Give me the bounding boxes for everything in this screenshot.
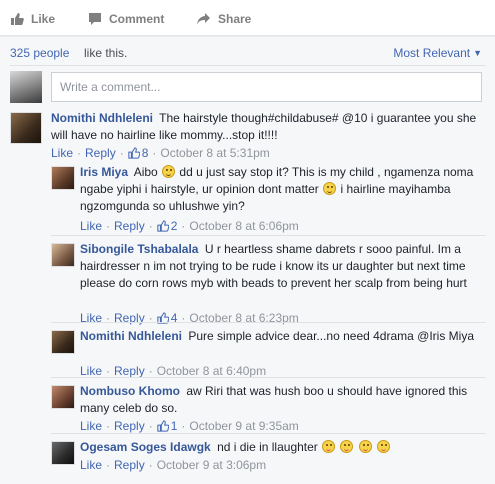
reply-author[interactable]: Nombuso Khomo [80, 384, 180, 398]
reply-reply-link[interactable]: Reply [114, 219, 145, 233]
likes-summary: 325 people like this. Most Relevant ▼ [10, 46, 486, 62]
reply-body: Nombuso Khomo aw Riri that was hush boo … [80, 383, 484, 417]
sort-label: Most Relevant [393, 46, 471, 60]
composer-avatar [10, 71, 42, 103]
reply-body: Nomithi Ndhleleni Pure simple advice dea… [80, 328, 484, 345]
divider [10, 65, 486, 66]
shocked-emoji-icon [162, 165, 176, 178]
reply-reply-link[interactable]: Reply [114, 419, 145, 433]
separator: · [148, 458, 153, 472]
reply-item: Sibongile Tshabalala U r heartless shame… [51, 241, 486, 325]
laughing-emoji-icon [358, 440, 372, 453]
comment-reply-link[interactable]: Reply [85, 146, 116, 160]
reaction-count-value: 8 [141, 146, 149, 160]
sort-dropdown[interactable]: Most Relevant ▼ [393, 46, 482, 60]
reply-body: Sibongile Tshabalala U r heartless shame… [80, 241, 484, 292]
laughing-emoji-icon [322, 440, 336, 453]
reply-text: nd i die in llaughter [217, 440, 318, 454]
separator: · [106, 419, 111, 433]
reply-item: Nombuso Khomo aw Riri that was hush boo … [51, 383, 486, 433]
comment-author[interactable]: Nomithi Ndhleleni [51, 111, 153, 125]
reaction-count-value: 1 [170, 419, 178, 433]
separator: · [106, 364, 111, 378]
avatar[interactable] [51, 243, 75, 267]
reply-body: Iris Miya Aibo dd u just say stop it? Th… [80, 164, 484, 215]
divider [51, 433, 486, 434]
reply-text-part: Aibo [133, 165, 158, 179]
separator: · [106, 219, 111, 233]
comment-timestamp[interactable]: October 8 at 5:31pm [160, 146, 269, 160]
reply-meta: Like · Reply · October 8 at 6:40pm [80, 364, 266, 378]
like-action-label: Like [31, 12, 56, 26]
post-action-bar: Like Comment Share [0, 0, 495, 36]
laughing-emoji-icon [377, 440, 391, 453]
reaction-count[interactable]: 1 [157, 419, 178, 433]
reply-body: Ogesam Soges Idawgk nd i die in llaughte… [80, 439, 484, 456]
reply-like-link[interactable]: Like [80, 458, 102, 472]
separator: · [119, 146, 124, 160]
laughing-emoji-icon [340, 440, 354, 453]
comments-panel: 325 people like this. Most Relevant ▼ Wr… [0, 36, 495, 484]
reply-meta: Like · Reply · October 9 at 3:06pm [80, 458, 266, 472]
reply-author[interactable]: Sibongile Tshabalala [80, 242, 198, 256]
avatar[interactable] [51, 385, 75, 409]
divider [51, 377, 486, 378]
reply-author[interactable]: Nomithi Ndhleleni [80, 329, 182, 343]
reply-reply-link[interactable]: Reply [114, 364, 145, 378]
reply-meta: Like · Reply · 2 · October 8 at 6:06pm [80, 219, 299, 233]
reply-meta: Like · Reply · 1 · October 9 at 9:35am [80, 419, 299, 433]
comment-bubble-icon [89, 13, 101, 25]
separator: · [106, 458, 111, 472]
comment-item: Nomithi Ndhleleni The hairstyle though#c… [10, 110, 486, 160]
reply-timestamp[interactable]: October 9 at 9:35am [189, 419, 298, 433]
divider [51, 235, 486, 236]
separator: · [77, 146, 82, 160]
avatar[interactable] [10, 112, 42, 144]
comment-input[interactable]: Write a comment... [51, 72, 482, 102]
reaction-count-value: 2 [170, 219, 178, 233]
reply-like-link[interactable]: Like [80, 419, 102, 433]
comment-like-link[interactable]: Like [51, 146, 73, 160]
comment-body: Nomithi Ndhleleni The hairstyle though#c… [51, 110, 483, 144]
thumbs-up-icon [157, 220, 169, 232]
reaction-count[interactable]: 2 [157, 219, 178, 233]
comment-action-label: Comment [109, 12, 165, 26]
reply-author[interactable]: Iris Miya [80, 165, 128, 179]
reply-item: Iris Miya Aibo dd u just say stop it? Th… [51, 164, 486, 236]
separator: · [148, 219, 153, 233]
reply-reply-link[interactable]: Reply [114, 458, 145, 472]
separator: · [181, 219, 186, 233]
reply-item: Nomithi Ndhleleni Pure simple advice dea… [51, 328, 486, 378]
caret-down-icon: ▼ [473, 48, 482, 58]
like-action-button[interactable]: Like [10, 10, 55, 28]
thumbs-up-icon [128, 147, 140, 159]
reaction-count[interactable]: 8 [128, 146, 149, 160]
reply-text: Pure simple advice dear...no need 4drama… [188, 329, 474, 343]
separator: · [148, 364, 153, 378]
reply-timestamp[interactable]: October 8 at 6:40pm [157, 364, 266, 378]
reply-like-link[interactable]: Like [80, 219, 102, 233]
reply-author[interactable]: Ogesam Soges Idawgk [80, 440, 211, 454]
comment-meta: Like · Reply · 8 · October 8 at 5:31pm [51, 146, 270, 160]
likes-text: like this. [84, 46, 128, 60]
likes-count-link[interactable]: 325 people [10, 46, 69, 60]
comment-action-button[interactable]: Comment [88, 10, 164, 28]
avatar[interactable] [51, 441, 75, 465]
avatar[interactable] [51, 166, 75, 190]
thumbs-up-icon [11, 13, 24, 25]
share-action-label: Share [218, 12, 252, 26]
separator: · [152, 146, 157, 160]
thumbs-up-icon [157, 420, 169, 432]
separator: · [181, 419, 186, 433]
reply-timestamp[interactable]: October 8 at 6:06pm [189, 219, 298, 233]
avatar[interactable] [51, 330, 75, 354]
sad-emoji-icon [323, 182, 337, 195]
share-arrow-icon [197, 13, 210, 25]
separator: · [148, 419, 153, 433]
reply-item: Ogesam Soges Idawgk nd i die in llaughte… [51, 439, 486, 483]
reply-timestamp[interactable]: October 9 at 3:06pm [157, 458, 266, 472]
divider [51, 322, 486, 323]
share-action-button[interactable]: Share [196, 10, 251, 28]
reply-like-link[interactable]: Like [80, 364, 102, 378]
